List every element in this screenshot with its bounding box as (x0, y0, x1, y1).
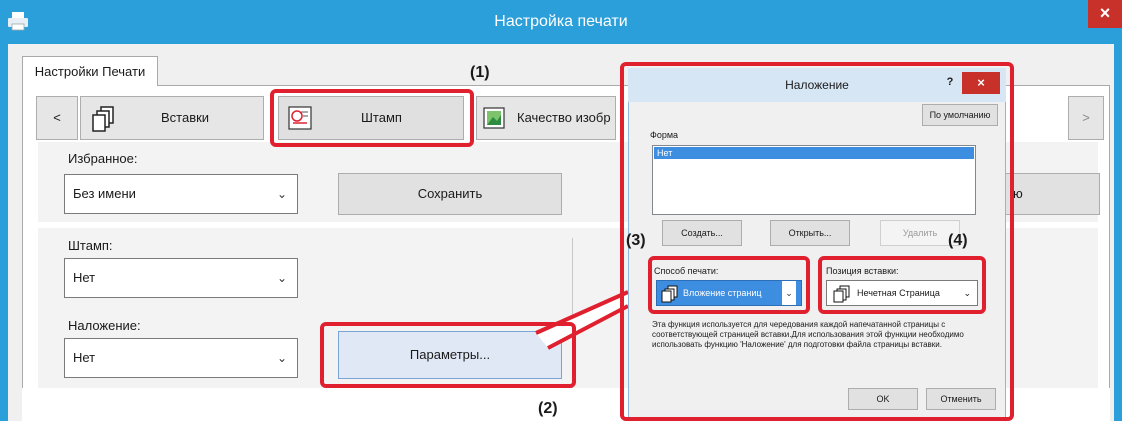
highlight-parameters (320, 322, 576, 388)
callout-2: (2) (538, 400, 558, 417)
highlight-print-method (648, 256, 810, 314)
callout-1: (1) (470, 64, 490, 81)
highlight-insert-position (818, 256, 986, 314)
tab-print-settings[interactable]: Настройки Печати (22, 56, 158, 86)
highlight-stamp (270, 89, 474, 147)
callout-3: (3) (626, 232, 646, 249)
callout-4: (4) (948, 232, 968, 249)
